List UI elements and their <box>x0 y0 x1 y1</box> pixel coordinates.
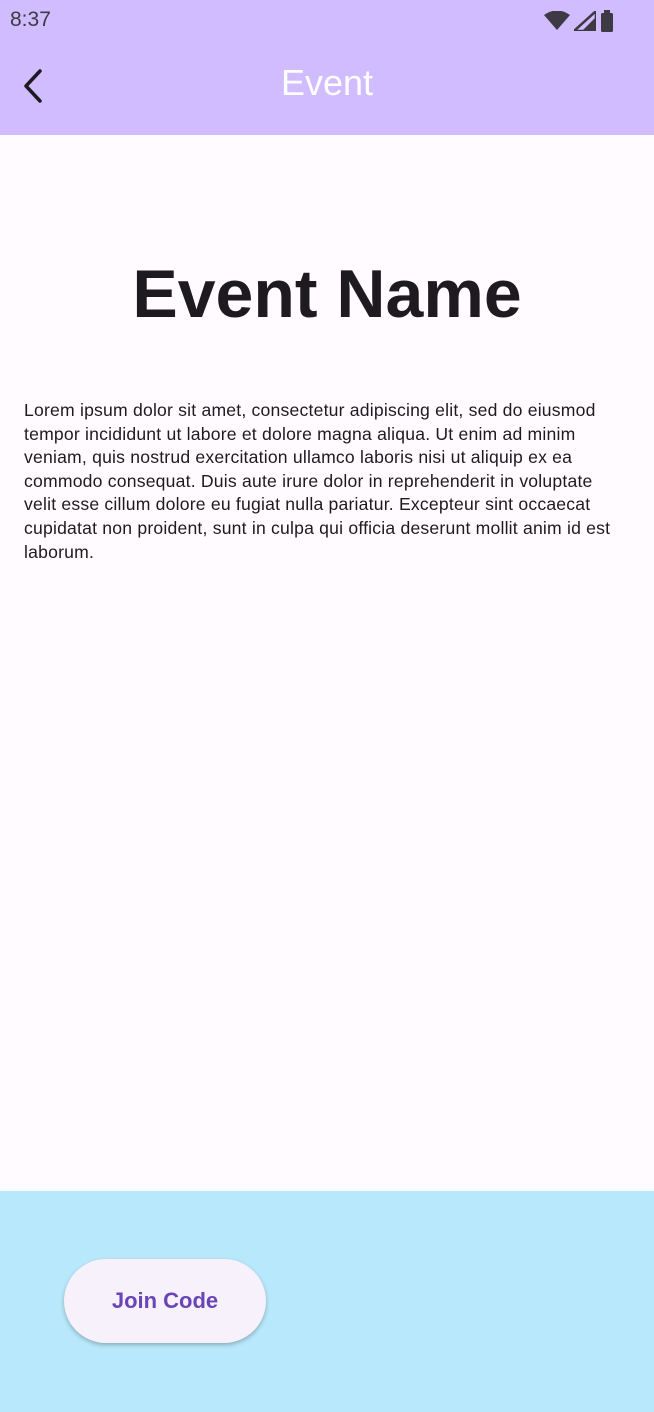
status-time: 8:37 <box>10 8 51 31</box>
wifi-icon <box>544 11 570 31</box>
event-content: Event Name Lorem ipsum dolor sit amet, c… <box>0 135 654 1191</box>
top-region: 8:37 Event <box>0 0 654 135</box>
status-bar: 8:37 <box>0 0 654 42</box>
app-bar-title: Event <box>280 62 374 103</box>
event-screen: 8:37 Event Event Name Lorem ipsum dolor … <box>0 0 654 1412</box>
event-description: Lorem ipsum dolor sit amet, consectetur … <box>24 400 611 562</box>
signal-icon <box>574 11 596 31</box>
bottom-bar: Join Code <box>0 1191 654 1412</box>
event-name-heading: Event Name <box>132 256 522 332</box>
status-icons <box>544 10 614 32</box>
join-code-button[interactable]: Join Code <box>64 1259 266 1343</box>
battery-icon <box>600 10 614 32</box>
app-bar: Event <box>0 42 654 135</box>
